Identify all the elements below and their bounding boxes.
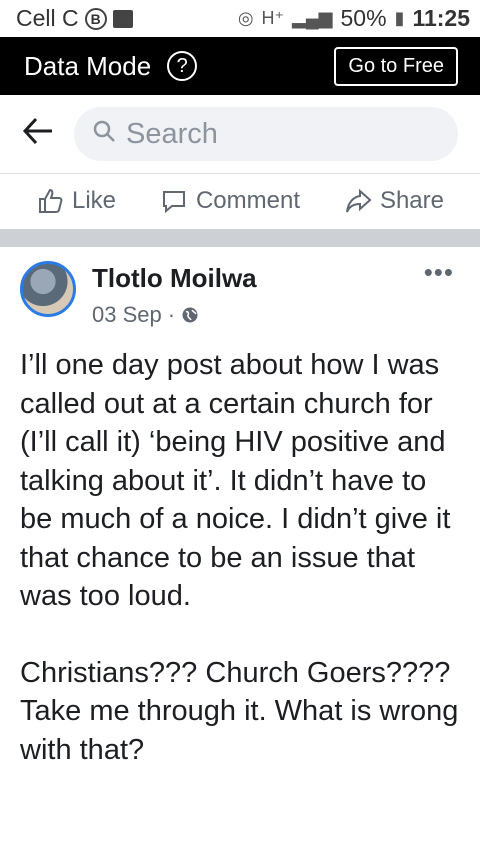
search-placeholder: Search	[126, 117, 218, 150]
battery-level: 50%	[340, 5, 387, 31]
like-label: Like	[71, 186, 116, 214]
globe-icon	[182, 307, 198, 323]
data-mode-title: Data Mode	[24, 50, 152, 81]
search-icon	[92, 119, 116, 150]
share-button[interactable]: Share	[344, 187, 444, 215]
b-badge-icon: B	[84, 7, 107, 30]
search-bar: Search	[0, 95, 480, 173]
post-date: 03 Sep	[92, 302, 162, 327]
post-separator	[0, 229, 480, 247]
network-type: H⁺	[261, 8, 285, 28]
signal-icon: ▂▄▆	[292, 8, 333, 28]
post-header: Tlotlo Moilwa 03 Sep · •••	[0, 247, 480, 328]
post-paragraph: I’ll one day post about how I was called…	[20, 349, 451, 612]
image-icon	[112, 9, 133, 28]
status-bar: Cell C B ◎ H⁺ ▂▄▆ 50% ▮ 11:25	[0, 0, 480, 37]
back-arrow-icon[interactable]	[22, 115, 58, 154]
thumbs-up-icon	[38, 188, 63, 213]
post-body: I’ll one day post about how I was called…	[0, 328, 480, 769]
data-mode-bar: Data Mode ? Go to Free	[0, 37, 480, 95]
carrier-name: Cell C	[16, 5, 79, 31]
share-label: Share	[379, 186, 444, 214]
battery-icon: ▮	[394, 8, 405, 28]
share-icon	[345, 188, 372, 212]
comment-label: Comment	[195, 186, 300, 214]
post-paragraph: Christians??? Church Goers???? Take me t…	[20, 656, 459, 766]
like-button[interactable]: Like	[36, 187, 116, 215]
more-options-button[interactable]: •••	[424, 257, 454, 288]
help-button[interactable]: ?	[167, 51, 198, 81]
meta-separator: ·	[167, 302, 176, 327]
avatar[interactable]	[20, 261, 76, 317]
data-saver-icon: ◎	[237, 8, 254, 28]
go-to-free-button[interactable]: Go to Free	[334, 46, 458, 86]
author-name[interactable]: Tlotlo Moilwa	[92, 263, 257, 294]
comment-icon	[162, 190, 185, 213]
clock-time: 11:25	[412, 5, 470, 31]
post-timestamp[interactable]: 03 Sep ·	[92, 302, 257, 328]
post-actions-bar: Like Comment Share	[0, 173, 480, 227]
search-input[interactable]: Search	[74, 107, 458, 161]
comment-button[interactable]: Comment	[160, 187, 300, 215]
